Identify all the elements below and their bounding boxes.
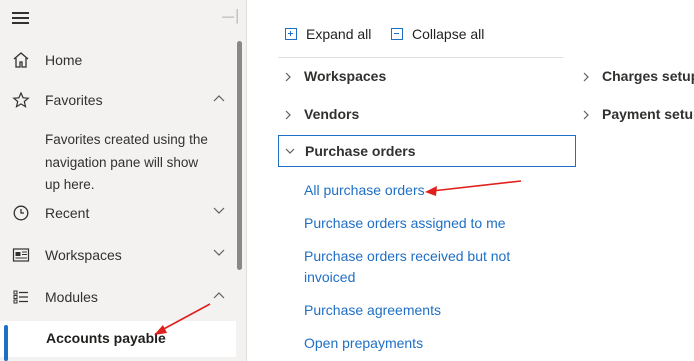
group-payment-setup[interactable]: Payment setup <box>576 99 694 129</box>
home-icon <box>13 52 29 68</box>
chevron-right-icon <box>285 72 291 82</box>
chevron-right-icon <box>583 110 589 120</box>
link-all-purchase-orders[interactable]: All purchase orders <box>304 180 425 201</box>
favorites-empty-message: Favorites created using the navigation p… <box>45 132 208 192</box>
module-label: Accounts payable <box>46 330 166 346</box>
chevron-up-icon[interactable] <box>213 94 225 102</box>
nav-item-label: Favorites <box>45 92 103 108</box>
link-purchase-orders-not-invoiced[interactable]: Purchase orders received but not invoice… <box>304 246 534 288</box>
expand-all-button[interactable]: Expand all <box>285 24 371 44</box>
group-vendors[interactable]: Vendors <box>278 99 548 129</box>
link-purchase-agreements[interactable]: Purchase agreements <box>304 300 441 321</box>
nav-item-recent[interactable]: Recent <box>0 198 236 228</box>
annotation-arrow <box>425 180 522 196</box>
workspace-icon <box>12 248 30 262</box>
chevron-down-icon[interactable] <box>213 249 225 257</box>
chevron-up-icon[interactable] <box>213 291 225 299</box>
pin-icon[interactable]: —│ <box>222 9 242 23</box>
chevron-down-icon[interactable] <box>213 207 225 215</box>
hamburger-menu-icon[interactable] <box>12 12 30 24</box>
expand-icon <box>285 28 297 40</box>
nav-item-label: Modules <box>45 289 98 305</box>
selection-indicator <box>4 325 8 361</box>
star-icon <box>12 92 30 108</box>
collapse-all-button[interactable]: Collapse all <box>391 24 484 44</box>
nav-item-home[interactable]: Home <box>0 45 236 75</box>
clock-icon <box>13 205 29 221</box>
chevron-right-icon <box>583 72 589 82</box>
nav-item-modules[interactable]: Modules <box>0 282 236 312</box>
chevron-down-icon <box>285 148 295 154</box>
link-open-prepayments[interactable]: Open prepayments <box>304 333 423 354</box>
modules-list-icon <box>13 290 28 304</box>
nav-item-label: Workspaces <box>45 247 122 263</box>
group-purchase-orders[interactable]: Purchase orders <box>278 135 576 167</box>
divider <box>278 57 563 58</box>
nav-item-label: Recent <box>45 205 90 221</box>
link-purchase-orders-assigned[interactable]: Purchase orders assigned to me <box>304 213 506 234</box>
nav-item-workspaces[interactable]: Workspaces <box>0 240 236 270</box>
nav-item-favorites[interactable]: Favorites <box>0 85 236 115</box>
navigation-pane: —│ Home Favorites Favorites created usin… <box>0 0 247 361</box>
group-workspaces[interactable]: Workspaces <box>278 61 548 91</box>
chevron-right-icon <box>285 110 291 120</box>
collapse-icon <box>391 28 403 40</box>
module-accounts-payable[interactable]: Accounts payable <box>0 321 236 361</box>
group-charges-setup[interactable]: Charges setup <box>576 61 694 91</box>
nav-item-label: Home <box>45 52 83 68</box>
nav-scrollbar[interactable] <box>237 41 242 270</box>
